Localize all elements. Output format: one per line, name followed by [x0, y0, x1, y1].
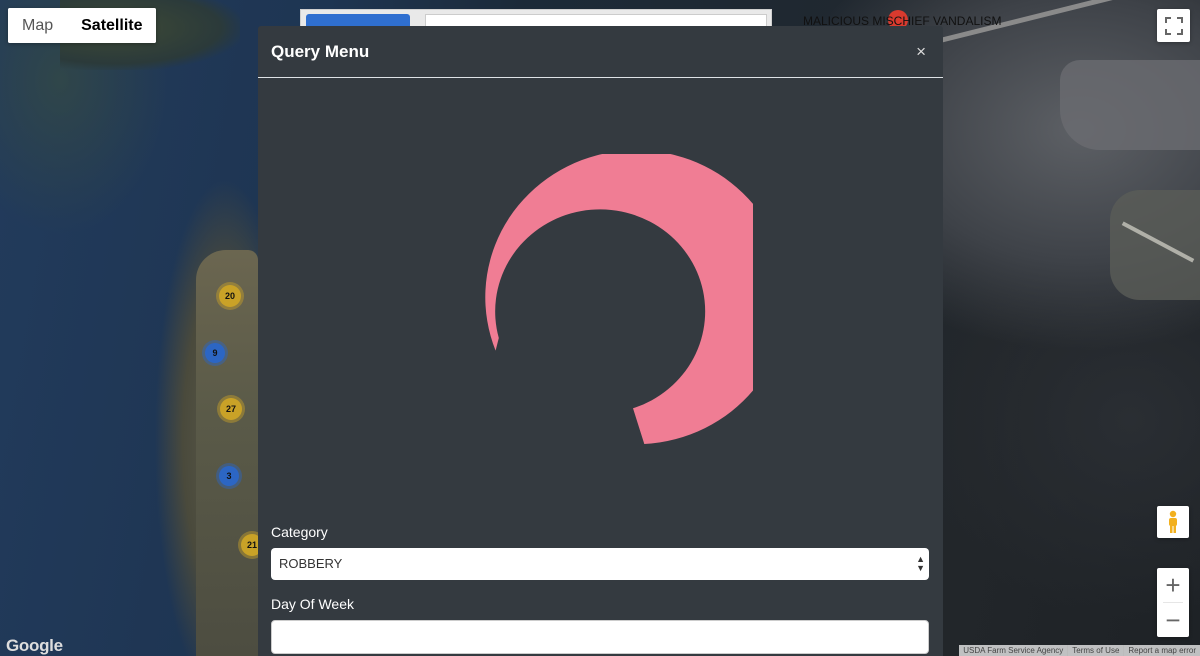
zoom-control: + −: [1157, 568, 1189, 637]
day-of-week-input[interactable]: [271, 620, 929, 654]
cluster-marker[interactable]: 20: [219, 285, 241, 307]
report-map-error-link[interactable]: Report a map error: [1123, 645, 1200, 656]
category-select[interactable]: ROBBERY ▲ ▼: [271, 548, 929, 580]
map-type-satellite-button[interactable]: Satellite: [67, 8, 157, 43]
query-menu-modal: Query Menu × Category ROBBERY ▲ ▼ Day Of …: [258, 26, 943, 656]
map-island: [1060, 60, 1200, 150]
map-coastline: [196, 250, 258, 656]
map-airport: [1110, 190, 1200, 300]
terms-of-use-link[interactable]: Terms of Use: [1067, 645, 1123, 656]
attribution-data: USDA Farm Service Agency: [963, 646, 1064, 655]
zoom-in-button[interactable]: +: [1157, 568, 1189, 602]
map-type-control: Map Satellite: [8, 8, 157, 43]
query-form: Category ROBBERY ▲ ▼ Day Of Week: [271, 524, 929, 654]
zoom-out-button[interactable]: −: [1157, 603, 1189, 637]
day-of-week-label: Day Of Week: [271, 596, 354, 612]
cluster-marker[interactable]: 3: [219, 466, 239, 486]
select-arrows-icon: ▲ ▼: [916, 554, 925, 573]
google-logo: Google: [6, 636, 63, 655]
spinner-icon: [485, 150, 788, 444]
close-button[interactable]: ×: [916, 42, 926, 62]
street-view-button[interactable]: [1157, 506, 1189, 538]
map-type-map-button[interactable]: Map: [8, 8, 68, 43]
pegman-icon: [1169, 510, 1177, 533]
cluster-marker[interactable]: 9: [205, 343, 225, 363]
fullscreen-icon: [1164, 16, 1183, 35]
modal-header: Query Menu ×: [258, 26, 943, 78]
modal-title: Query Menu: [271, 41, 370, 61]
loading-spinner: [448, 150, 788, 449]
category-selected-value: ROBBERY: [279, 556, 343, 571]
fullscreen-button[interactable]: [1157, 9, 1190, 42]
cluster-marker[interactable]: 27: [220, 398, 242, 420]
map-attribution: USDA Farm Service Agency Terms of Use Re…: [959, 645, 1200, 656]
category-label: Category: [271, 524, 328, 540]
